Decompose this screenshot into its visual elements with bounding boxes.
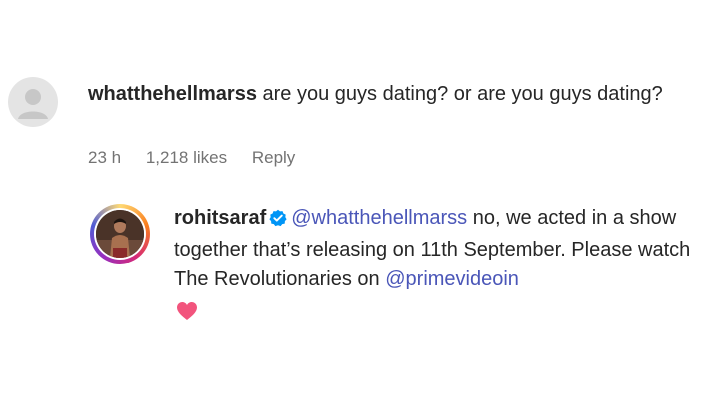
mention-link[interactable]: @whatthehellmarss <box>291 207 467 229</box>
comment-time: 23 h <box>88 148 122 167</box>
comment-body: whatthehellmarss are you guys dating? or… <box>88 80 688 109</box>
reply-body: rohitsaraf @whatthehellmarss no, we acte… <box>174 204 694 294</box>
reply-username[interactable]: rohitsaraf <box>174 207 266 229</box>
comment-meta: 23 h 1,218 likes Reply <box>88 148 315 168</box>
comment-username[interactable]: whatthehellmarss <box>88 83 257 105</box>
reply-button[interactable]: Reply <box>252 148 295 167</box>
mention-link-primevideo[interactable]: @primevideoin <box>385 268 519 290</box>
comment-likes[interactable]: 1,218 likes <box>146 148 227 167</box>
default-avatar-icon <box>18 89 48 119</box>
heart-emoji-icon <box>176 301 198 326</box>
user-avatar[interactable] <box>8 77 58 127</box>
story-ring-avatar[interactable] <box>90 204 150 264</box>
comment-text: are you guys dating? or are you guys dat… <box>256 83 663 105</box>
verified-badge-icon <box>269 207 287 236</box>
profile-photo <box>96 210 144 258</box>
